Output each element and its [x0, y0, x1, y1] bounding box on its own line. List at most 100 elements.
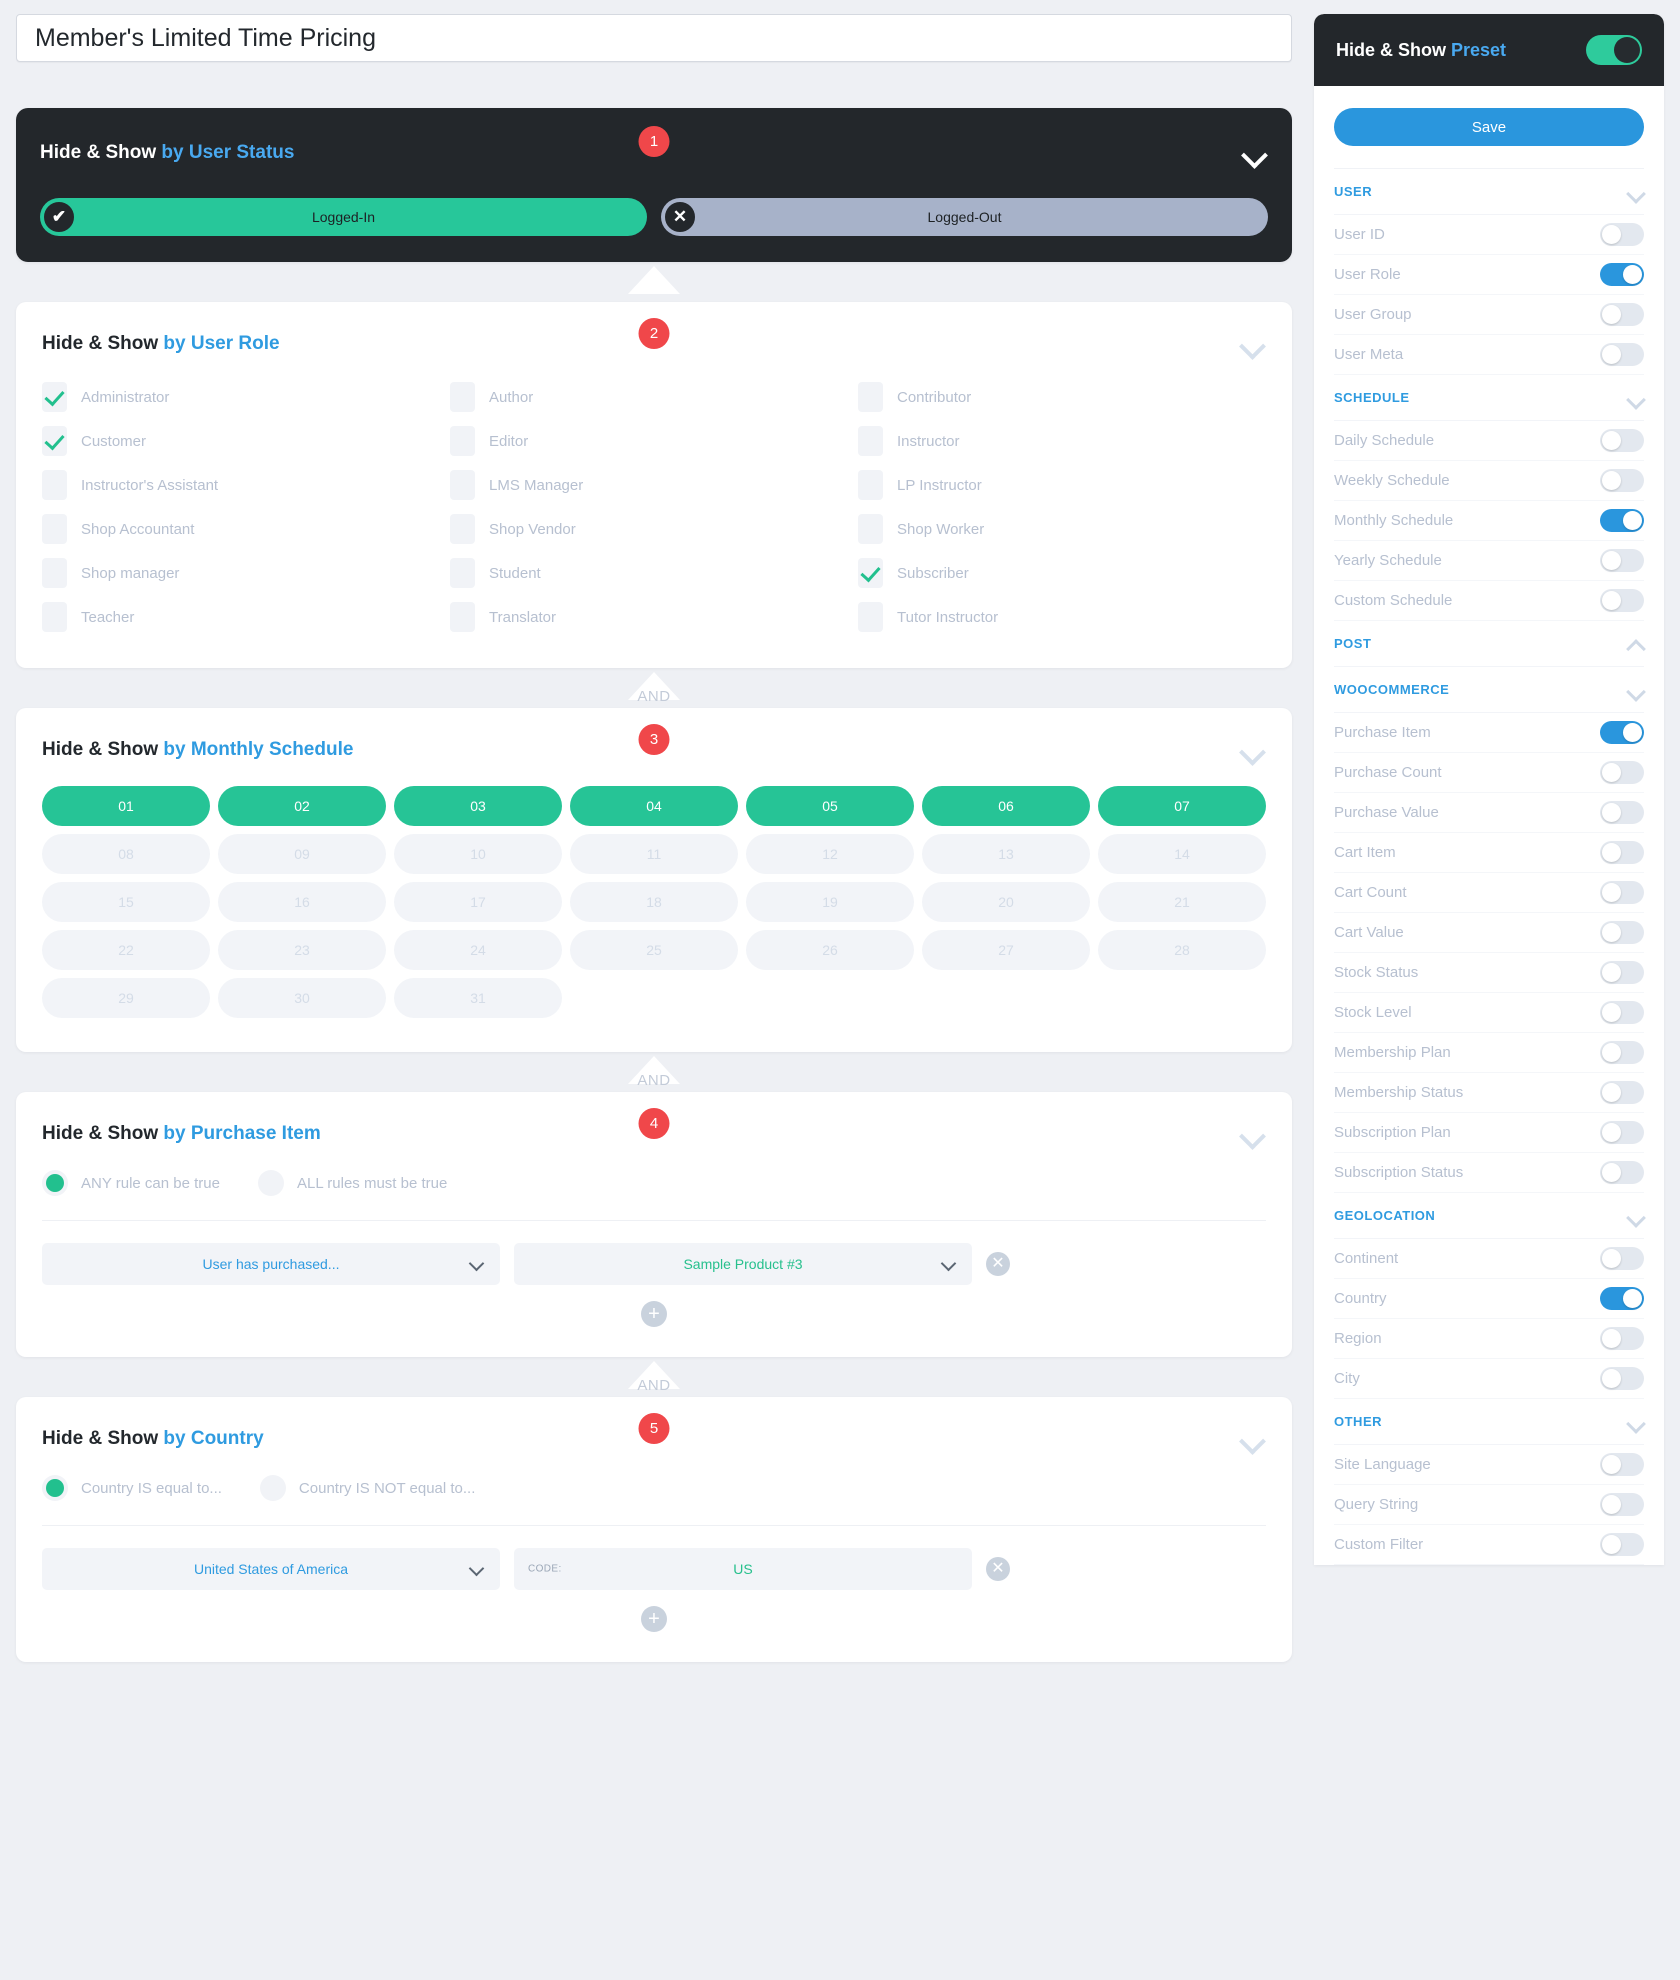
radio-all-rules[interactable]: ALL rules must be true [258, 1170, 447, 1196]
role-checkbox-item[interactable]: Administrator [42, 380, 450, 414]
purchase-product-select[interactable]: Sample Product #3 [514, 1243, 972, 1285]
day-cell[interactable]: 11 [570, 834, 738, 874]
radio-country-is-equal[interactable]: Country IS equal to... [42, 1475, 222, 1501]
sidebar-filter-toggle[interactable] [1600, 761, 1644, 784]
day-cell[interactable]: 23 [218, 930, 386, 970]
role-checkbox-item[interactable]: Subscriber [858, 556, 1266, 590]
sidebar-filter-row[interactable]: Purchase Count [1334, 753, 1644, 793]
remove-rule-button[interactable]: ✕ [986, 1557, 1010, 1581]
role-checkbox-item[interactable]: Shop Worker [858, 512, 1266, 546]
sidebar-filter-toggle[interactable] [1600, 263, 1644, 286]
sidebar-filter-toggle[interactable] [1600, 1041, 1644, 1064]
role-checkbox-item[interactable]: Translator [450, 600, 858, 634]
sidebar-filter-toggle[interactable] [1600, 921, 1644, 944]
role-checkbox-item[interactable]: Author [450, 380, 858, 414]
sidebar-filter-row[interactable]: Region [1334, 1319, 1644, 1359]
sidebar-filter-row[interactable]: Weekly Schedule [1334, 461, 1644, 501]
block-purchase-item-header[interactable]: Hide & Show by Purchase Item 4 [16, 1092, 1292, 1148]
role-checkbox-item[interactable]: Tutor Instructor [858, 600, 1266, 634]
block-user-status-header[interactable]: Hide & Show by User Status 1 [40, 134, 1268, 172]
status-option-logged-out[interactable]: ✕ Logged-Out [661, 198, 1268, 236]
role-checkbox-item[interactable]: Shop Vendor [450, 512, 858, 546]
sidebar-filter-toggle[interactable] [1600, 343, 1644, 366]
day-cell[interactable]: 03 [394, 786, 562, 826]
block-user-role-header[interactable]: Hide & Show by User Role 2 [16, 302, 1292, 358]
sidebar-filter-row[interactable]: Continent [1334, 1239, 1644, 1279]
sidebar-group-header[interactable]: OTHER [1334, 1399, 1644, 1445]
sidebar-filter-toggle[interactable] [1600, 1121, 1644, 1144]
day-cell[interactable]: 01 [42, 786, 210, 826]
sidebar-filter-toggle[interactable] [1600, 589, 1644, 612]
role-checkbox-item[interactable]: Shop manager [42, 556, 450, 590]
role-checkbox-item[interactable]: LMS Manager [450, 468, 858, 502]
day-cell[interactable]: 04 [570, 786, 738, 826]
purchase-condition-select[interactable]: User has purchased... [42, 1243, 500, 1285]
sidebar-filter-toggle[interactable] [1600, 1161, 1644, 1184]
radio-country-is-not-equal[interactable]: Country IS NOT equal to... [260, 1475, 475, 1501]
sidebar-filter-toggle[interactable] [1600, 961, 1644, 984]
sidebar-filter-row[interactable]: Country [1334, 1279, 1644, 1319]
role-checkbox-item[interactable]: Teacher [42, 600, 450, 634]
sidebar-group-header[interactable]: USER [1334, 169, 1644, 215]
day-cell[interactable]: 22 [42, 930, 210, 970]
sidebar-filter-toggle[interactable] [1600, 1533, 1644, 1556]
sidebar-filter-row[interactable]: Membership Status [1334, 1073, 1644, 1113]
sidebar-filter-row[interactable]: Purchase Value [1334, 793, 1644, 833]
sidebar-filter-toggle[interactable] [1600, 1001, 1644, 1024]
sidebar-filter-row[interactable]: Yearly Schedule [1334, 541, 1644, 581]
day-cell[interactable]: 10 [394, 834, 562, 874]
day-cell[interactable]: 16 [218, 882, 386, 922]
day-cell[interactable]: 26 [746, 930, 914, 970]
sidebar-filter-toggle[interactable] [1600, 469, 1644, 492]
day-cell[interactable]: 13 [922, 834, 1090, 874]
sidebar-filter-toggle[interactable] [1600, 303, 1644, 326]
sidebar-filter-toggle[interactable] [1600, 1367, 1644, 1390]
sidebar-filter-row[interactable]: Stock Level [1334, 993, 1644, 1033]
day-cell[interactable]: 02 [218, 786, 386, 826]
sidebar-filter-toggle[interactable] [1600, 1453, 1644, 1476]
day-cell[interactable]: 07 [1098, 786, 1266, 826]
sidebar-filter-row[interactable]: Custom Schedule [1334, 581, 1644, 621]
add-rule-button[interactable]: + [641, 1606, 667, 1632]
sidebar-filter-row[interactable]: Cart Count [1334, 873, 1644, 913]
block-monthly-schedule-header[interactable]: Hide & Show by Monthly Schedule 3 [16, 708, 1292, 764]
day-cell[interactable]: 14 [1098, 834, 1266, 874]
role-checkbox-item[interactable]: Contributor [858, 380, 1266, 414]
day-cell[interactable]: 15 [42, 882, 210, 922]
day-cell[interactable]: 17 [394, 882, 562, 922]
chevron-down-icon[interactable] [1240, 336, 1266, 352]
day-cell[interactable]: 30 [218, 978, 386, 1018]
chevron-down-icon[interactable] [1628, 685, 1644, 695]
sidebar-filter-row[interactable]: User ID [1334, 215, 1644, 255]
sidebar-filter-row[interactable]: Site Language [1334, 1445, 1644, 1485]
role-checkbox-item[interactable]: LP Instructor [858, 468, 1266, 502]
sidebar-filter-row[interactable]: City [1334, 1359, 1644, 1399]
country-code-input[interactable]: CODE: US [514, 1548, 972, 1590]
sidebar-filter-row[interactable]: User Group [1334, 295, 1644, 335]
chevron-up-icon[interactable] [1628, 639, 1644, 649]
day-cell[interactable]: 28 [1098, 930, 1266, 970]
sidebar-filter-toggle[interactable] [1600, 1287, 1644, 1310]
sidebar-filter-row[interactable]: Custom Filter [1334, 1525, 1644, 1565]
sidebar-filter-row[interactable]: User Role [1334, 255, 1644, 295]
chevron-down-icon[interactable] [1242, 145, 1268, 161]
chevron-down-icon[interactable] [1628, 1211, 1644, 1221]
day-cell[interactable]: 08 [42, 834, 210, 874]
day-cell[interactable]: 31 [394, 978, 562, 1018]
role-checkbox-item[interactable]: Shop Accountant [42, 512, 450, 546]
sidebar-filter-toggle[interactable] [1600, 509, 1644, 532]
sidebar-filter-row[interactable]: Cart Item [1334, 833, 1644, 873]
role-checkbox-item[interactable]: Instructor [858, 424, 1266, 458]
preset-title-input[interactable]: Member's Limited Time Pricing [16, 14, 1292, 62]
day-cell[interactable]: 19 [746, 882, 914, 922]
sidebar-group-header[interactable]: GEOLOCATION [1334, 1193, 1644, 1239]
preset-master-toggle[interactable] [1586, 35, 1642, 65]
sidebar-filter-toggle[interactable] [1600, 429, 1644, 452]
sidebar-filter-toggle[interactable] [1600, 223, 1644, 246]
role-checkbox-item[interactable]: Customer [42, 424, 450, 458]
sidebar-filter-toggle[interactable] [1600, 721, 1644, 744]
sidebar-filter-row[interactable]: Subscription Status [1334, 1153, 1644, 1193]
radio-any-rule[interactable]: ANY rule can be true [42, 1170, 220, 1196]
sidebar-filter-toggle[interactable] [1600, 881, 1644, 904]
day-cell[interactable]: 12 [746, 834, 914, 874]
